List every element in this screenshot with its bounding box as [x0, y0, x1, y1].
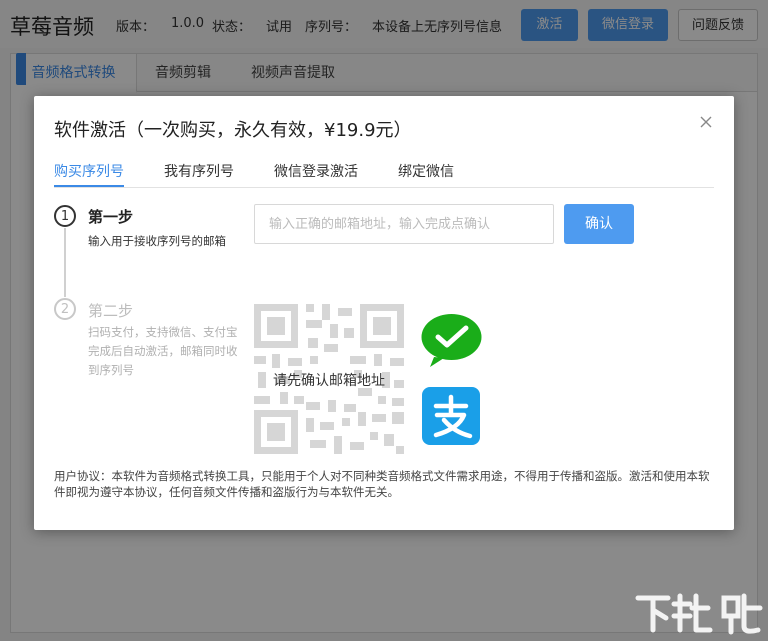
alipay-icon [422, 387, 480, 445]
step-2-title: 第二步 [88, 302, 134, 320]
step-1-description: 输入用于接收序列号的邮箱 [88, 232, 226, 251]
tab-have-serial[interactable]: 我有序列号 [164, 161, 234, 181]
email-input[interactable] [254, 204, 554, 244]
step-2-description-line: 完成后自动激活，邮箱同时收 [88, 344, 238, 358]
watermark-logo [632, 588, 766, 638]
close-icon[interactable] [698, 114, 714, 130]
user-agreement: 用户协议：本软件为音频格式转换工具，只能用于个人对不同种类音频格式文件需求用途，… [54, 469, 710, 499]
step-2-description-line: 到序列号 [88, 363, 134, 377]
activation-tabs: 购买序列号 我有序列号 微信登录激活 绑定微信 [54, 154, 714, 188]
qr-overlay-text: 请先确认邮箱地址 [273, 373, 385, 389]
step-1-description-line: 输入用于接收序列号的邮箱 [88, 234, 226, 248]
tab-buy-serial[interactable]: 购买序列号 [54, 161, 124, 181]
dialog-title: 软件激活（一次购买，永久有效，¥19.9元） [54, 120, 412, 141]
activation-dialog: 软件激活（一次购买，永久有效，¥19.9元） 购买序列号 我有序列号 微信登录激… [34, 96, 734, 530]
wechat-pay-icon [420, 312, 483, 368]
step-connector [64, 228, 66, 297]
tab-bind-wechat[interactable]: 绑定微信 [398, 161, 454, 181]
step-2-description-line: 扫码支付，支持微信、支付宝 [88, 325, 238, 339]
step-2-description: 扫码支付，支持微信、支付宝 完成后自动激活，邮箱同时收 到序列号 [88, 323, 238, 380]
active-tab-indicator [54, 185, 124, 187]
tab-wechat-activate[interactable]: 微信登录激活 [274, 161, 358, 181]
step-1-number: 1 [54, 205, 76, 227]
confirm-button[interactable]: 确认 [564, 204, 634, 244]
step-1-title: 第一步 [88, 208, 134, 226]
step-2-number: 2 [54, 298, 76, 320]
